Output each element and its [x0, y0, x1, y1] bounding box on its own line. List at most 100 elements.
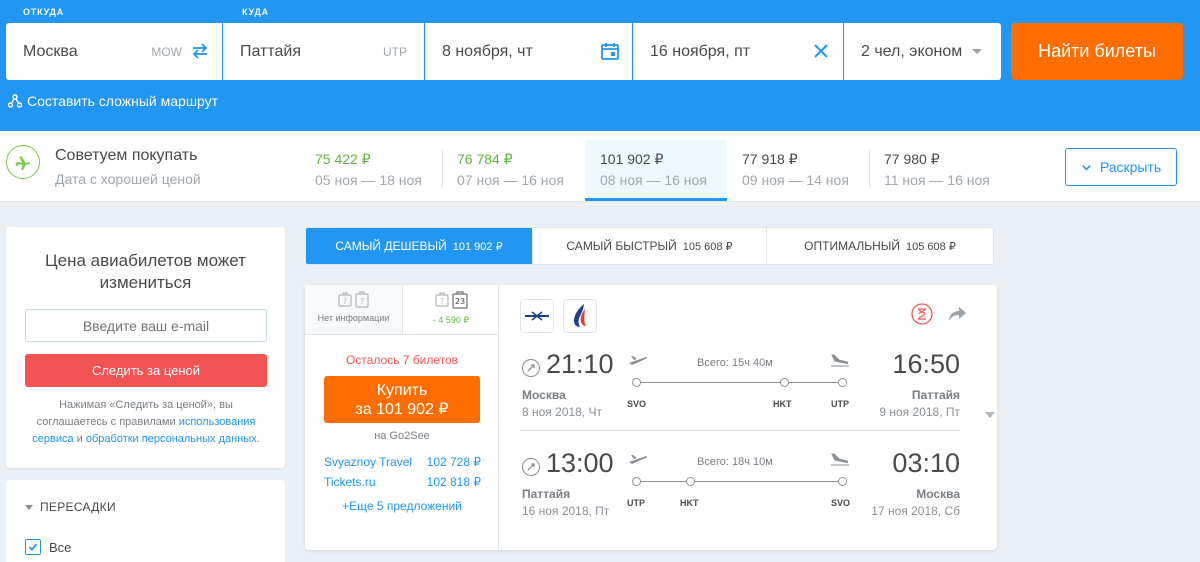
- baggage-option-no-info[interactable]: ? ? Нет информации: [305, 285, 403, 335]
- complex-route-link[interactable]: Составить сложный маршрут: [8, 93, 218, 109]
- takeoff-icon: [629, 455, 648, 464]
- tab-optimal[interactable]: ОПТИМАЛЬНЫЙ 105 608 ₽: [767, 228, 993, 264]
- tab-price: 101 902 ₽: [452, 240, 503, 253]
- arrival-city: Паттайя: [911, 388, 960, 402]
- tab-label: САМЫЙ БЫСТРЫЙ: [566, 239, 677, 253]
- terms-of-use-link[interactable]: использования: [179, 416, 256, 428]
- flight-segment-return[interactable]: 13:00 03:10 Паттайя Москва 16 ноя 2018, …: [520, 448, 960, 542]
- arrival-date: 17 ноя 2018, Сб: [871, 504, 960, 518]
- arrival-time: 03:10: [892, 448, 960, 478]
- price-suggestion-bar: Советуем покупать Дата с хорошей ценой 7…: [0, 131, 1200, 202]
- suitcase-icon: 23: [451, 291, 468, 309]
- depart-date-field[interactable]: 8 ноября, чт: [425, 23, 632, 80]
- expand-button[interactable]: Раскрыть: [1065, 148, 1177, 186]
- departure-time: 13:00: [546, 448, 614, 478]
- terms-text: Нажимая «Следить за ценой», вы: [59, 399, 233, 411]
- route-stop-dot: [686, 477, 695, 486]
- landing-icon: [831, 453, 849, 466]
- route-stop-dot: [838, 378, 847, 387]
- tab-label: САМЫЙ ДЕШЕВЫЙ: [335, 239, 447, 253]
- track-price-button[interactable]: Следить за ценой: [25, 354, 267, 387]
- filters-panel: ПЕРЕСАДКИ Все: [6, 480, 285, 562]
- filter-all-checkbox[interactable]: Все: [25, 539, 71, 555]
- aeroflot-logo: [520, 299, 554, 333]
- chevron-down-icon: [1082, 164, 1091, 171]
- route-icon: [8, 94, 22, 108]
- from-field[interactable]: Москва MOW: [6, 23, 222, 80]
- seats-left-label: Осталось 7 билетов: [345, 353, 459, 367]
- baggage-no-info-label: Нет информации: [317, 313, 390, 323]
- flight-duration: Всего: 15ч 40м: [697, 357, 773, 369]
- from-caption: ОТКУДА: [23, 7, 65, 17]
- tab-fastest[interactable]: САМЫЙ БЫСТРЫЙ 105 608 ₽: [533, 228, 767, 264]
- suitcase-q: ?: [360, 297, 364, 306]
- date-price-value: 77 980 ₽: [884, 151, 940, 167]
- airport-code: HKT: [680, 498, 699, 508]
- arrival-date: 9 ноя 2018, Пт: [879, 405, 960, 419]
- departure-date: 16 ноя 2018, Пт: [522, 504, 610, 518]
- airport-code: UTP: [831, 399, 849, 409]
- to-field[interactable]: Паттайя UTP: [223, 23, 424, 80]
- pin-icon: [522, 458, 540, 476]
- baggage-option-with-bag[interactable]: ? 23 - 4 590 ₽: [403, 285, 499, 335]
- route-stop-dot: [838, 477, 847, 486]
- route-stop-dot: [632, 477, 641, 486]
- share-icon[interactable]: [947, 305, 967, 323]
- expand-label: Раскрыть: [1099, 159, 1162, 175]
- offer-agency: Svyaznoy Travel: [324, 455, 413, 469]
- calendar-icon: [601, 43, 619, 60]
- date-price-value: 76 784 ₽: [457, 151, 513, 167]
- agency-label: на Go2See: [374, 430, 430, 442]
- email-input[interactable]: [25, 309, 267, 342]
- ticket-card: ? ? Нет информации ? 23 - 4 590 ₽ Остало…: [305, 285, 997, 550]
- hand-luggage-icon: ?: [338, 292, 352, 307]
- pin-icon: [522, 359, 540, 377]
- to-city: Паттайя: [240, 42, 302, 60]
- from-city: Москва: [23, 42, 78, 60]
- triangle-down-icon[interactable]: [985, 412, 995, 418]
- suitcase-kg: 23: [454, 297, 464, 306]
- buy-button[interactable]: Купить за 101 902 ₽: [324, 376, 480, 423]
- find-tickets-button[interactable]: Найти билеты: [1011, 23, 1183, 80]
- suggestion-subtitle: Дата с хорошей ценой: [55, 171, 201, 187]
- departure-city: Москва: [522, 388, 566, 402]
- date-price-option[interactable]: 77 918 ₽ 09 ноя — 14 ноя: [727, 140, 869, 201]
- price-watch-title-line: измениться: [99, 273, 192, 292]
- offer-price: 102 818 ₽: [426, 475, 481, 489]
- chevron-down-icon: [972, 49, 982, 54]
- airport-code: HKT: [773, 399, 792, 409]
- more-offers-link[interactable]: +Еще 5 предложений: [305, 499, 499, 513]
- flight-duration: Всего: 18ч 10м: [697, 456, 773, 468]
- tab-label: ОПТИМАЛЬНЫЙ: [804, 239, 900, 253]
- departure-time: 21:10: [546, 349, 614, 379]
- privacy-policy-link[interactable]: обработки персональных данных: [86, 433, 257, 445]
- depart-date: 8 ноября, чт: [442, 42, 533, 60]
- terms-note: Нажимая «Следить за ценой», вы соглашает…: [21, 397, 271, 448]
- passengers-select[interactable]: 2 чел, эконом: [844, 23, 1001, 80]
- route-stop-dot: [632, 378, 641, 387]
- price-watch-panel: Цена авиабилетов может измениться Следит…: [6, 227, 285, 468]
- offer-price: 102 728 ₽: [426, 455, 481, 469]
- segment-divider: [520, 430, 960, 431]
- airport-code: SVO: [831, 498, 851, 508]
- luggage-q: ?: [343, 297, 347, 306]
- date-price-option[interactable]: 77 980 ₽ 11 ноя — 16 ноя: [869, 140, 1011, 201]
- offer-row[interactable]: Tickets.ru 102 818 ₽: [324, 475, 481, 489]
- date-price-range: 07 ноя — 16 ноя: [457, 172, 564, 188]
- transfers-filter-header[interactable]: ПЕРЕСАДКИ: [25, 500, 116, 514]
- return-date: 16 ноября, пт: [650, 42, 751, 60]
- terms-of-use-link[interactable]: сервиса: [32, 433, 73, 445]
- suitcase-icon: ?: [355, 291, 369, 308]
- offer-row[interactable]: Svyaznoy Travel 102 728 ₽: [324, 455, 481, 469]
- close-icon[interactable]: [811, 41, 831, 61]
- tab-cheapest[interactable]: САМЫЙ ДЕШЕВЫЙ 101 902 ₽: [306, 228, 533, 264]
- to-code: UTP: [383, 45, 407, 59]
- date-price-option[interactable]: 75 422 ₽ 05 ноя — 18 ноя: [300, 140, 442, 201]
- swap-icon[interactable]: [190, 41, 210, 61]
- triangle-down-icon: [25, 504, 33, 510]
- plane-icon: [6, 145, 40, 179]
- date-price-option[interactable]: 76 784 ₽ 07 ноя — 16 ноя: [442, 140, 584, 201]
- date-price-option-selected[interactable]: 101 902 ₽ 08 ноя — 16 ноя: [585, 140, 727, 201]
- return-date-field[interactable]: 16 ноября, пт: [633, 23, 843, 80]
- passengers-value: 2 чел, эконом: [861, 42, 963, 60]
